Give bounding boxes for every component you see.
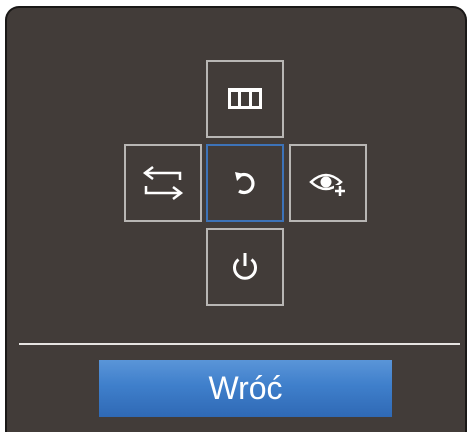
power-icon [233,253,257,280]
back-button[interactable]: Wróć [99,360,392,417]
menu-button[interactable] [206,60,284,138]
osd-panel: Wróć [5,6,467,432]
back-button-label: Wróć [208,370,283,406]
return-button[interactable] [206,144,284,222]
return-arrow-icon [235,172,255,195]
power-button[interactable] [206,228,284,306]
divider [19,343,460,345]
menu-grid-icon [228,88,262,109]
eye-saver-button[interactable] [289,144,367,222]
eye-plus-icon [309,173,346,197]
source-button[interactable] [124,144,202,222]
source-arrows-icon [142,166,184,200]
